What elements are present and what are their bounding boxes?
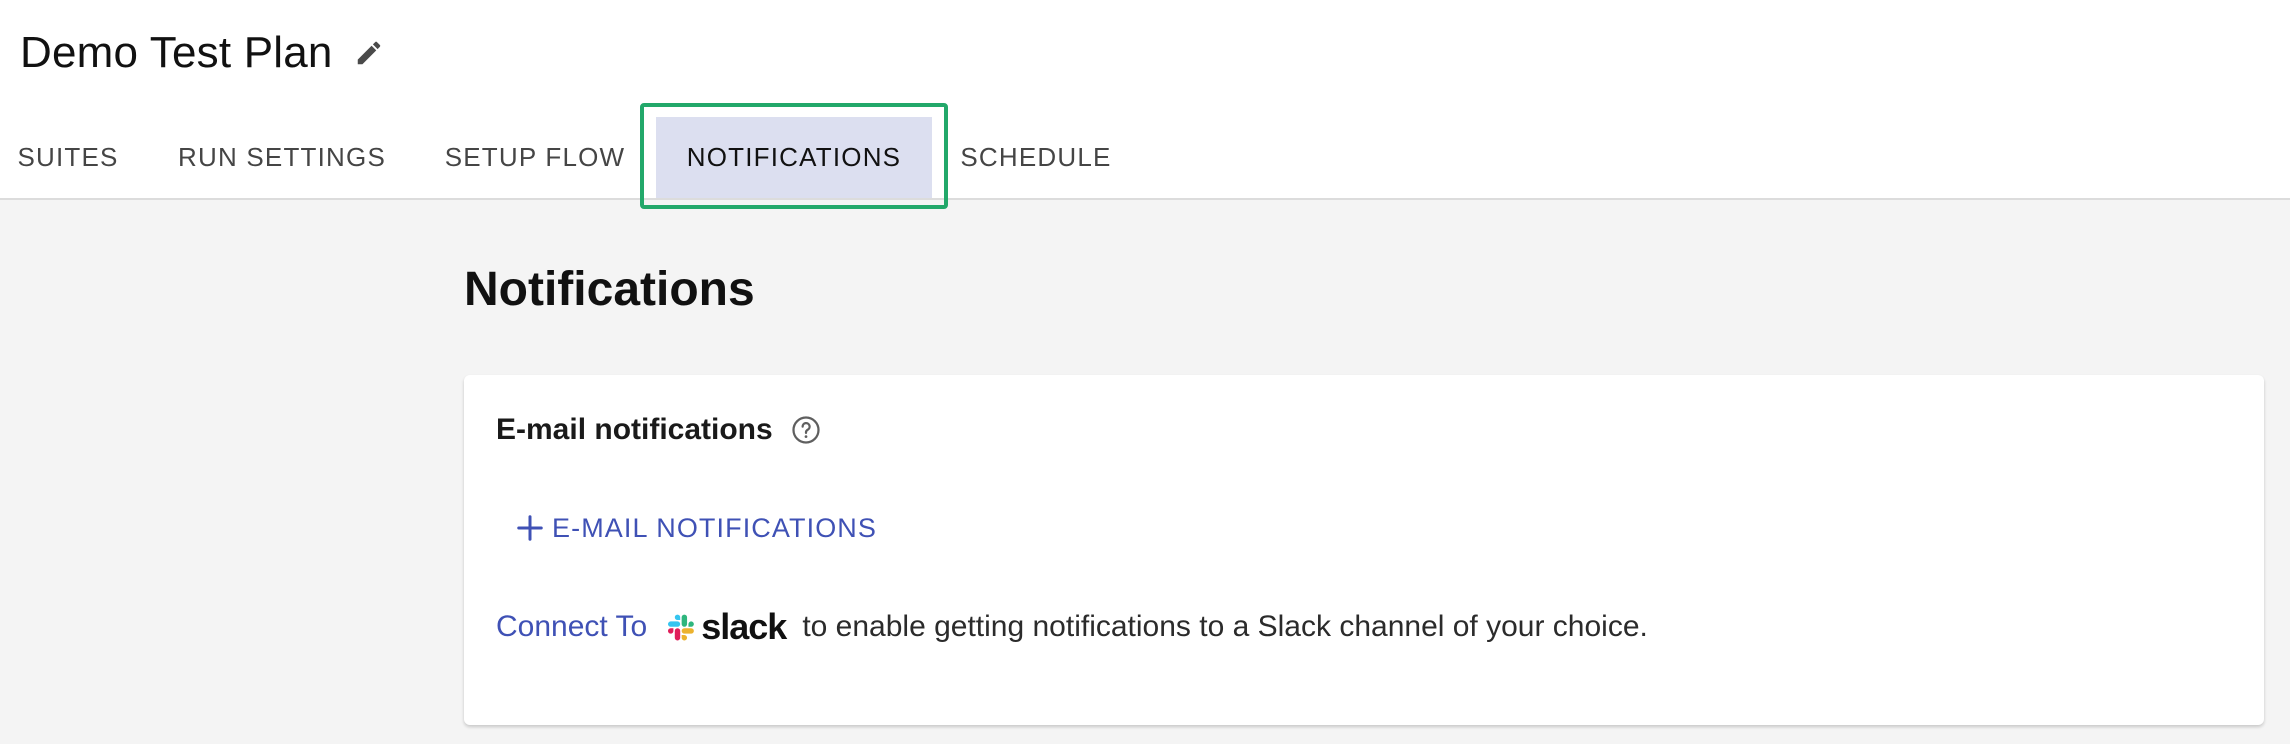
connect-to-slack-link[interactable]: Connect To (496, 610, 647, 644)
card-heading: E-mail notifications (496, 413, 821, 447)
add-email-label: E-MAIL NOTIFICATIONS (552, 512, 878, 543)
tab-label: RUN SETTINGS (178, 142, 386, 172)
add-email-notifications-button[interactable]: E-MAIL NOTIFICATIONS (514, 503, 877, 553)
page-title: Demo Test Plan (20, 28, 333, 77)
slack-wordmark: slack (701, 606, 787, 647)
slack-logo[interactable]: slack (661, 606, 787, 648)
tab-bar: SUITES RUN SETTINGS SETUP FLOW NOTIFICAT… (0, 117, 2290, 200)
tab-notifications[interactable]: NOTIFICATIONS (656, 117, 932, 198)
tab-label: SETUP FLOW (444, 142, 626, 172)
pencil-icon[interactable] (351, 35, 387, 71)
tab-setup-flow[interactable]: SETUP FLOW (428, 117, 642, 198)
slack-icon (668, 614, 695, 641)
section-title: Notifications (464, 263, 755, 316)
card-heading-text: E-mail notifications (496, 413, 773, 446)
tab-suites[interactable]: SUITES (0, 117, 136, 198)
tab-schedule[interactable]: SCHEDULE (950, 117, 1122, 198)
tab-label: NOTIFICATIONS (686, 142, 902, 172)
slack-description: to enable getting notifications to a Sla… (802, 610, 1648, 643)
title-row: Demo Test Plan (20, 22, 387, 84)
page-header: Demo Test Plan (0, 0, 2290, 118)
tab-label: SCHEDULE (960, 142, 1112, 172)
tab-label: SUITES (17, 142, 119, 172)
question-circle-icon[interactable] (791, 415, 821, 445)
email-notifications-card: E-mail notifications E-MAIL NOTIFICATION… (464, 375, 2264, 725)
plus-icon (514, 512, 546, 544)
slack-connect-row: Connect To slack to enable getting notif… (496, 605, 1648, 649)
tab-run-settings[interactable]: RUN SETTINGS (160, 117, 404, 198)
